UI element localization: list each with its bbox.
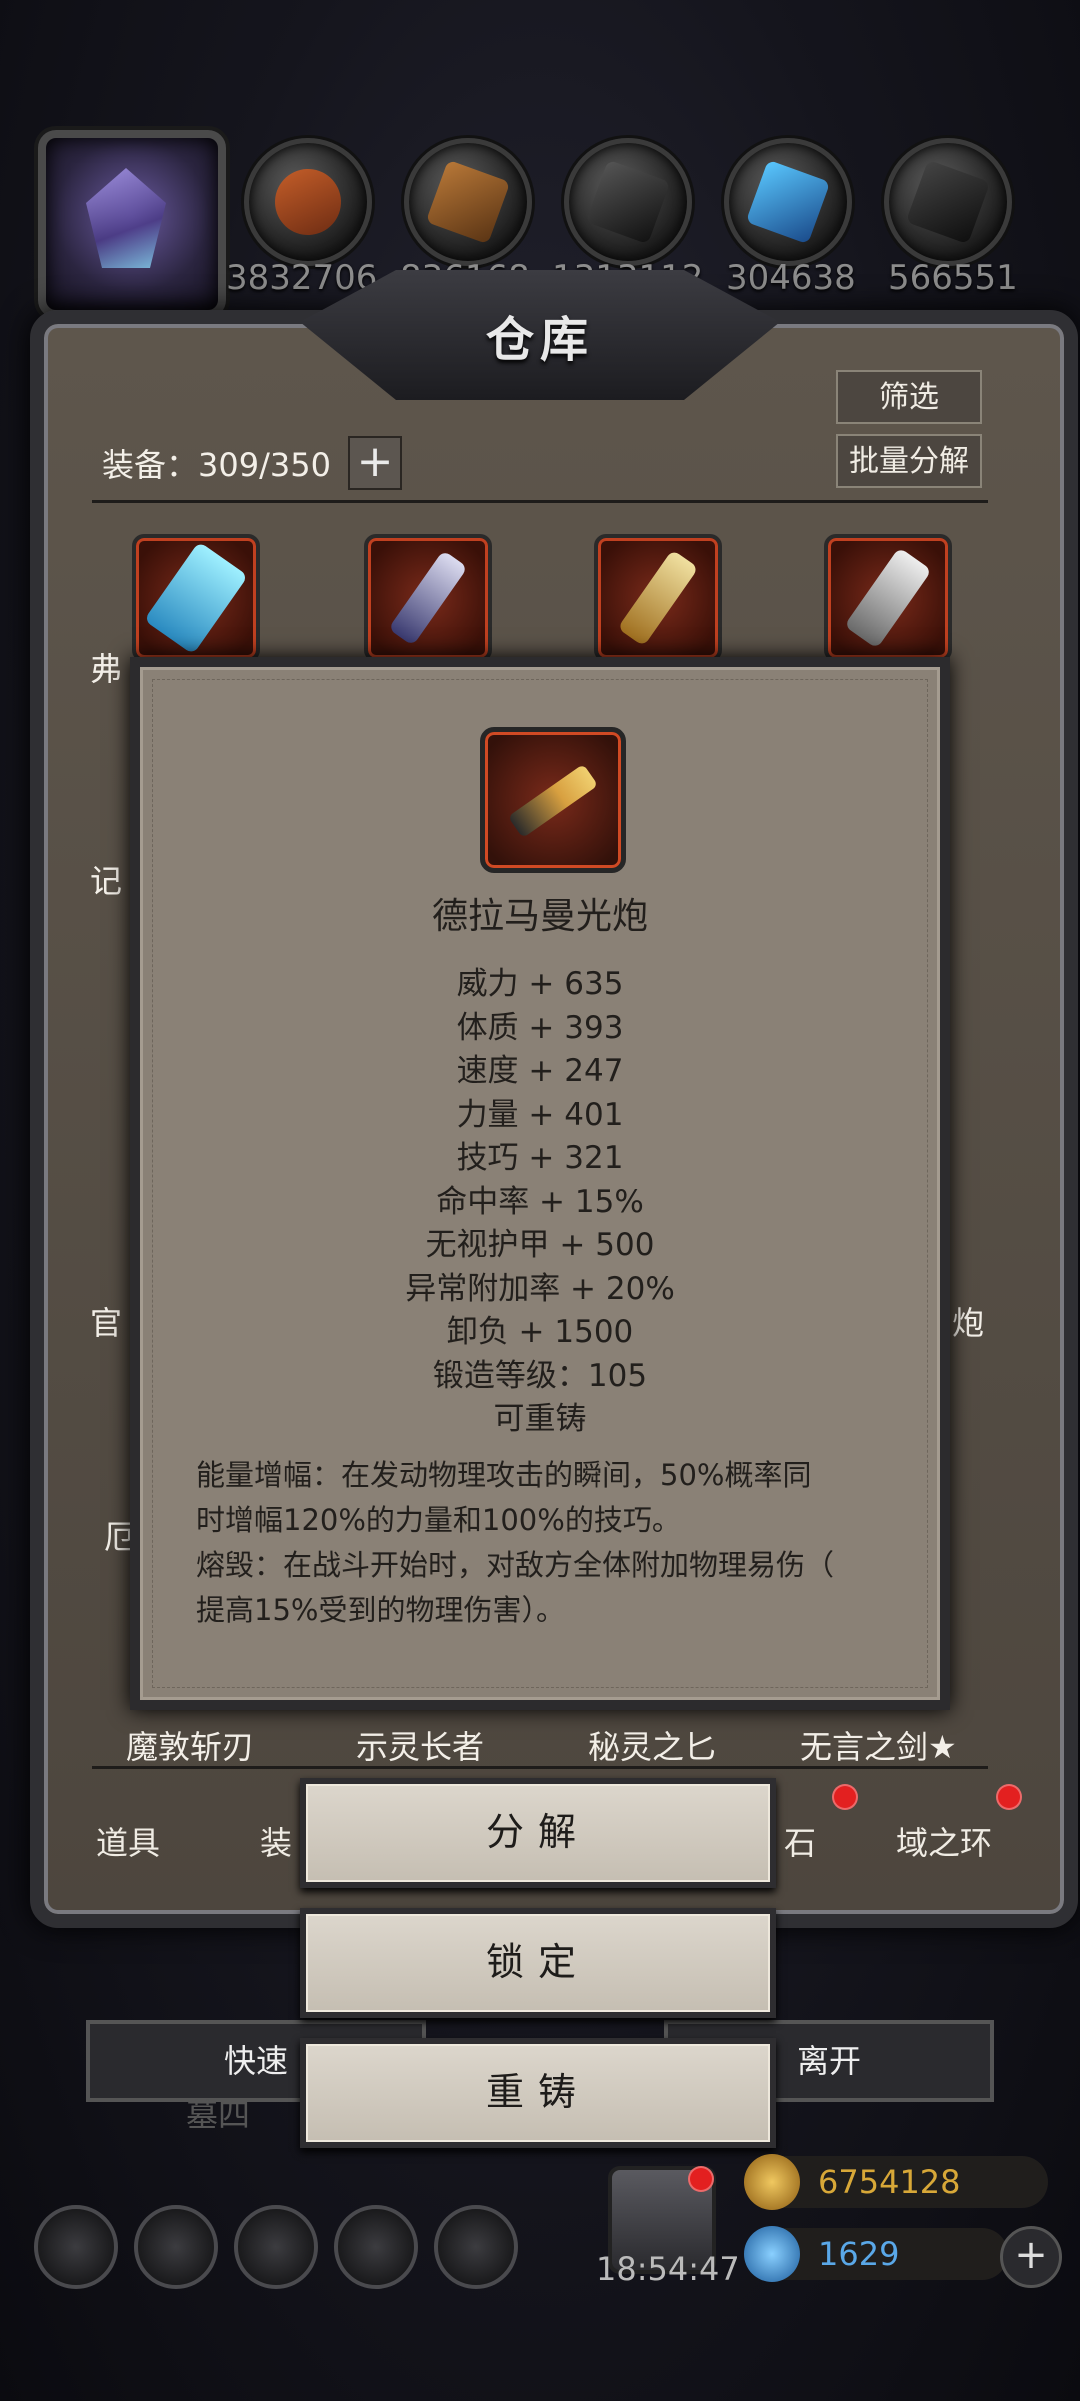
tab-items[interactable]: 道具: [96, 1818, 160, 1864]
item-description: 能量增幅：在发动物理攻击的瞬间，50%概率同 时增幅120%的力量和100%的技…: [196, 1453, 896, 1633]
notification-dot: [996, 1784, 1022, 1810]
slot-name: 记: [90, 862, 123, 900]
stat-line: 技巧 + 321: [456, 1140, 624, 1176]
crystal-resource-value: 304638: [726, 258, 856, 298]
bottom-divider: [92, 1766, 988, 1769]
slot-name: 无言之剑★: [800, 1728, 957, 1766]
add-currency-button[interactable]: +: [1000, 2226, 1062, 2288]
desc-line: 能量增幅：在发动物理攻击的瞬间，50%概率同: [196, 1458, 812, 1492]
gem-value: 1629: [818, 2235, 900, 2273]
stone-resource-icon: [884, 138, 1012, 266]
filter-button[interactable]: 筛选: [836, 370, 982, 424]
stat-line: 卸负 + 1500: [446, 1314, 634, 1350]
lock-button[interactable]: 锁定: [300, 1908, 776, 2018]
slot-name: 秘灵之匕: [588, 1728, 717, 1766]
desc-line: 熔毁：在战斗开始时，对敌方全体附加物理易伤（: [196, 1548, 835, 1582]
item-icon: [480, 727, 626, 873]
slot-name: 弗: [90, 650, 123, 688]
stat-line: 命中率 + 15%: [436, 1183, 644, 1220]
sword-icon: [388, 550, 468, 646]
decompose-button[interactable]: 分解: [300, 1778, 776, 1888]
top-divider: [92, 500, 988, 503]
equip-slot[interactable]: [594, 534, 722, 662]
batch-decompose-button[interactable]: 批量分解: [836, 434, 982, 488]
notification-dot: [832, 1784, 858, 1810]
stat-line: 力量 + 401: [456, 1096, 624, 1133]
crystal-resource-icon: [724, 138, 852, 266]
gold-value: 6754128: [818, 2163, 961, 2201]
quick-label: 快速: [223, 2042, 288, 2080]
leave-label: 离开: [796, 2042, 861, 2080]
item-name: 德拉马曼光炮: [431, 896, 648, 937]
sword-icon: [617, 549, 699, 647]
stat-line: 无视护甲 + 500: [425, 1227, 655, 1263]
timer: 18:54:47: [596, 2250, 740, 2288]
stat-line: 速度 + 247: [456, 1053, 624, 1089]
slot-name: 炮: [952, 1304, 985, 1342]
cannon-icon: [507, 763, 599, 839]
meat-resource-icon: [244, 138, 372, 266]
mail-icon[interactable]: [334, 2205, 418, 2289]
notification-dot: [688, 2166, 714, 2192]
warehouse-title: 仓库: [485, 312, 594, 368]
stat-line: 异常附加率 + 20%: [405, 1270, 675, 1307]
stone-resource-value: 566551: [888, 258, 1018, 298]
sub-label: 墓四: [186, 2096, 251, 2134]
sword-icon: [143, 541, 249, 655]
slot-name: 示灵长者: [356, 1728, 485, 1766]
star-icon[interactable]: [134, 2205, 218, 2289]
guild-icon[interactable]: [234, 2205, 318, 2289]
meat-resource-value: 3832706: [226, 258, 378, 298]
gold-coin-icon: [744, 2154, 800, 2210]
tab-domain-ring[interactable]: 域之环: [896, 1818, 992, 1864]
gem-icon: [744, 2226, 800, 2282]
tab-equipment[interactable]: 装: [260, 1818, 292, 1864]
wood-resource-icon: [404, 138, 532, 266]
stat-line: 威力 + 635: [456, 966, 624, 1002]
stats-list: 威力 + 635 体质 + 393 速度 + 247 力量 + 401 技巧 +…: [140, 963, 940, 1442]
equip-slot[interactable]: [132, 534, 260, 662]
reforge-button[interactable]: 重铸: [300, 2038, 776, 2148]
expand-capacity-button[interactable]: +: [348, 436, 402, 490]
stat-line: 体质 + 393: [456, 1009, 624, 1046]
equip-slot[interactable]: [824, 534, 952, 662]
desc-line: 提高15%受到的物理伤害）。: [196, 1593, 565, 1627]
slot-name: 官: [90, 1304, 123, 1342]
slot-name: 魔敦斩刃: [126, 1728, 255, 1766]
equip-count: 装备：309/350: [102, 446, 331, 484]
player-avatar[interactable]: [38, 130, 226, 318]
stat-line: 锻造等级：105: [432, 1357, 648, 1394]
desc-line: 时增幅120%的力量和100%的技巧。: [196, 1503, 681, 1537]
iron-resource-icon: [564, 138, 692, 266]
settings-icon[interactable]: [34, 2205, 118, 2289]
reforgeable-note: 可重铸: [493, 1401, 587, 1437]
equip-slot[interactable]: [364, 534, 492, 662]
greatsword-icon: [844, 547, 932, 649]
tab-gems[interactable]: 石: [784, 1818, 816, 1864]
item-tooltip: 德拉马曼光炮 威力 + 635 体质 + 393 速度 + 247 力量 + 4…: [130, 657, 950, 1710]
cube-icon[interactable]: [434, 2205, 518, 2289]
